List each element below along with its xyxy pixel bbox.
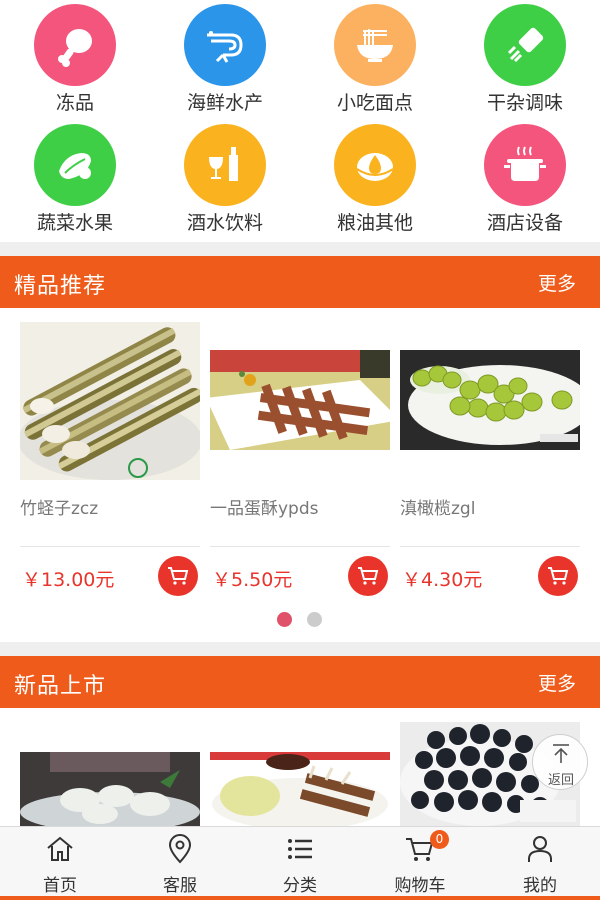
category-hotel-equipment[interactable]: 酒店设备 (450, 120, 600, 240)
pager-dot-active[interactable] (277, 612, 292, 627)
category-vegetables[interactable]: 蔬菜水果 (0, 120, 150, 240)
cart-icon (548, 567, 569, 585)
user-icon (528, 836, 552, 862)
category-label: 海鲜水产 (186, 92, 263, 114)
bottom-accent-strip (0, 896, 600, 900)
home-icon (47, 836, 73, 861)
shrimp-icon (207, 31, 243, 63)
category-drinks[interactable]: 酒水饮料 (150, 120, 300, 240)
list-icon (288, 839, 312, 859)
add-to-cart-button[interactable] (538, 556, 578, 596)
category-label: 小吃面点 (336, 92, 413, 114)
noodle-bowl-icon (357, 29, 393, 62)
product-card[interactable]: 滇橄榄zgl ￥4.30元 (400, 322, 580, 602)
back-to-top-button[interactable]: 返回 (532, 734, 588, 790)
category-circle (484, 4, 566, 86)
tab-label: 首页 (43, 876, 77, 896)
section-divider (0, 242, 600, 256)
tab-label: 客服 (163, 876, 197, 896)
olive-photo[interactable] (400, 350, 580, 450)
egg-pastry-photo[interactable] (210, 350, 390, 450)
cart-icon (358, 567, 379, 585)
category-label: 蔬菜水果 (36, 212, 113, 234)
carousel-pager (0, 612, 600, 628)
cooking-pot-icon (504, 146, 546, 181)
razor-clam-photo[interactable] (20, 322, 200, 480)
category-circle (334, 124, 416, 206)
category-seasoning[interactable]: 干杂调味 (450, 0, 600, 120)
section-title: 精品推荐 (14, 274, 107, 299)
add-to-cart-button[interactable] (348, 556, 388, 596)
back-to-top-label: 返回 (547, 773, 574, 788)
category-grain-oil[interactable]: 粮油其他 (300, 120, 450, 240)
tab-categories[interactable]: 分类 (240, 827, 360, 900)
vegetable-icon (59, 153, 91, 179)
category-circle (34, 4, 116, 86)
location-pin-icon (168, 834, 192, 864)
divider (210, 546, 390, 547)
category-grid: 冻品 海鲜水产 小吃面点 干杂调味 蔬菜水果 酒水饮料 粮油其他 酒店设备 (0, 0, 600, 242)
category-circle (184, 4, 266, 86)
wine-icon (209, 147, 238, 181)
category-circle (334, 4, 416, 86)
pager-dot[interactable] (307, 612, 322, 627)
product-name[interactable]: 竹蛏子zcz (20, 494, 200, 519)
category-circle (34, 124, 116, 206)
product-price: ￥13.00元 (22, 569, 115, 591)
divider (20, 546, 200, 547)
category-label: 干杂调味 (486, 92, 563, 114)
tab-customer-service[interactable]: 客服 (120, 827, 240, 900)
category-circle (484, 124, 566, 206)
section-title: 新品上市 (14, 674, 107, 699)
category-frozen[interactable]: 冻品 (0, 0, 150, 120)
tab-label: 分类 (283, 876, 317, 896)
category-circle (184, 124, 266, 206)
product-name[interactable]: 一品蛋酥ypds (210, 494, 390, 519)
tab-label: 购物车 (394, 876, 446, 896)
drumstick-icon (58, 29, 92, 67)
tab-label: 我的 (523, 876, 557, 896)
divider (400, 546, 580, 547)
arrow-up-icon (553, 744, 569, 763)
oil-drop-icon (356, 153, 394, 181)
product-card[interactable] (20, 752, 200, 826)
cart-count-badge: 0 (430, 830, 449, 849)
add-to-cart-button[interactable] (158, 556, 198, 596)
product-price: ￥5.50元 (212, 569, 293, 591)
product-card[interactable]: 竹蛏子zcz ￥13.00元 (20, 322, 200, 602)
clam-dish-photo[interactable] (20, 752, 200, 826)
tab-cart[interactable]: 0 购物车 (360, 827, 480, 900)
featured-products: 竹蛏子zcz ￥13.00元 一品蛋酥ypds ￥5.50元 滇橄榄zgl ￥4… (0, 308, 600, 642)
section-divider (0, 642, 600, 656)
more-link[interactable]: 更多 (538, 669, 576, 696)
category-snacks[interactable]: 小吃面点 (300, 0, 450, 120)
lamb-chop-photo[interactable] (210, 752, 390, 826)
tab-home[interactable]: 首页 (0, 827, 120, 900)
category-label: 酒店设备 (486, 212, 563, 234)
product-card[interactable] (210, 752, 390, 826)
tab-my-account[interactable]: 我的 (480, 827, 600, 900)
new-arrivals-section-header: 新品上市 更多 (0, 656, 600, 708)
product-name[interactable]: 滇橄榄zgl (400, 494, 580, 519)
category-label: 冻品 (55, 92, 94, 114)
bottom-tab-bar: 首页 客服 分类 0 购物车 我的 (0, 826, 600, 900)
cart-icon (168, 567, 189, 585)
category-label: 酒水饮料 (186, 212, 263, 234)
featured-section-header: 精品推荐 更多 (0, 256, 600, 308)
category-seafood[interactable]: 海鲜水产 (150, 0, 300, 120)
seasoning-icon (507, 27, 544, 63)
more-link[interactable]: 更多 (538, 269, 576, 296)
new-arrivals-products (0, 708, 600, 826)
product-price: ￥4.30元 (402, 569, 483, 591)
product-card[interactable]: 一品蛋酥ypds ￥5.50元 (210, 322, 390, 602)
category-label: 粮油其他 (336, 212, 413, 234)
